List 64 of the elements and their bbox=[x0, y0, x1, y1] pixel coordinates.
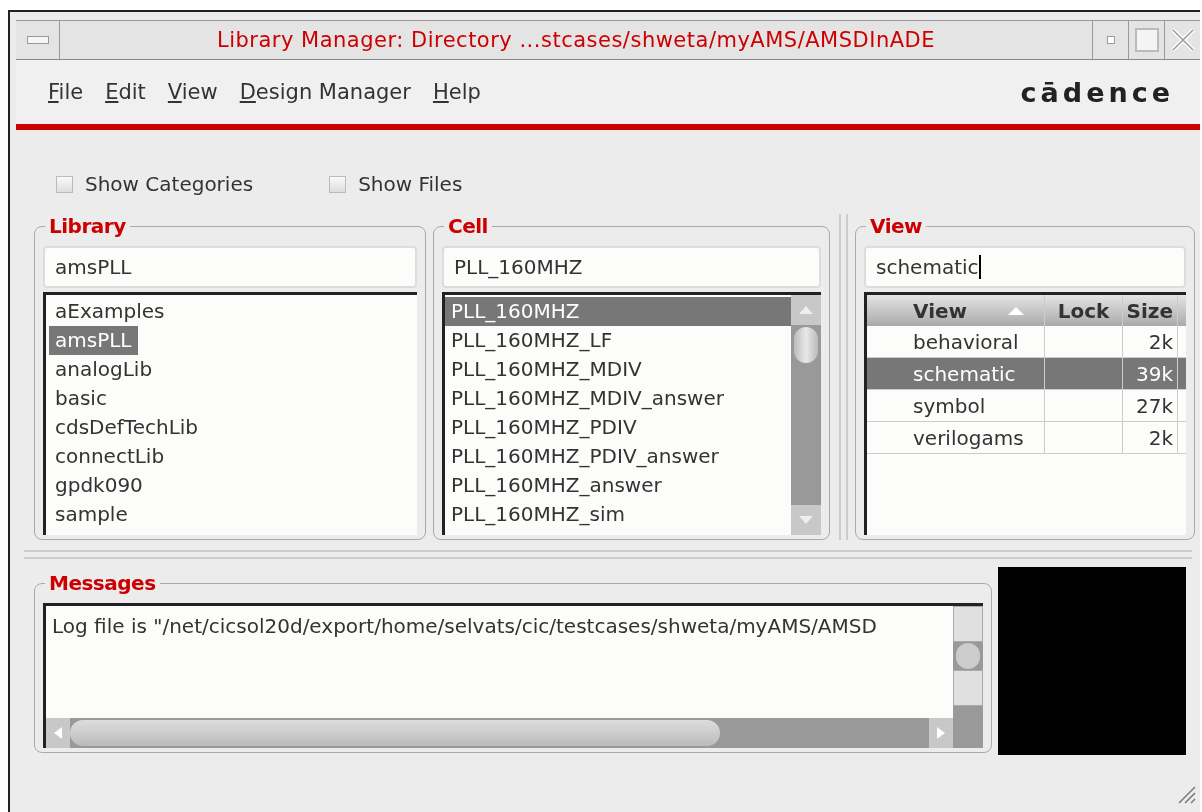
horizontal-scrollbar[interactable] bbox=[46, 718, 953, 748]
group-title: Library bbox=[48, 214, 127, 238]
up-arrow-icon bbox=[798, 305, 814, 315]
log-message: Log file is "/net/cicsol20d/export/home/selvats/cic/testcases/shweta/myAMS/AMSD bbox=[51, 613, 878, 640]
table-cell: behavioral bbox=[913, 329, 1019, 354]
pane-splitter[interactable] bbox=[839, 214, 848, 540]
column-header[interactable]: Lock bbox=[1045, 295, 1123, 326]
list-item[interactable]: aExamples bbox=[49, 297, 171, 326]
list-item[interactable]: cdsDefTechLib bbox=[49, 413, 205, 442]
scroll-down-button[interactable] bbox=[791, 505, 821, 535]
list-item[interactable]: sample bbox=[49, 500, 134, 529]
table-cell: schematic bbox=[913, 361, 1016, 386]
list-item[interactable]: PLL_160MHZ_answer bbox=[445, 471, 791, 500]
menu-item[interactable]: Design Manager bbox=[239, 80, 411, 104]
checkbox[interactable] bbox=[56, 175, 73, 193]
table-cell: symbol bbox=[913, 393, 986, 418]
option-checkbox[interactable]: Show Files bbox=[329, 164, 463, 204]
group-title: Messages bbox=[48, 571, 157, 595]
list-item[interactable]: PLL_160MHZ bbox=[445, 297, 791, 326]
menu-item[interactable]: File bbox=[48, 80, 84, 104]
list-item[interactable]: PLL_160MHZ_MDIV_answer bbox=[445, 384, 791, 413]
checkbox[interactable] bbox=[329, 175, 347, 193]
table-cell: 2k bbox=[1148, 329, 1173, 354]
list-item[interactable]: PLL_160MHZ_MDIV bbox=[445, 355, 791, 384]
view-field[interactable]: schematic bbox=[864, 246, 1186, 288]
menu-item[interactable]: Edit bbox=[105, 80, 146, 104]
vertical-scrollbar[interactable] bbox=[791, 295, 821, 535]
left-arrow-icon bbox=[53, 726, 63, 740]
column-header[interactable]: View bbox=[867, 295, 1045, 326]
option-checkbox[interactable]: Show Categories bbox=[56, 164, 254, 204]
column-header[interactable]: Size bbox=[1123, 295, 1178, 326]
window-title: Library Manager: Directory ...stcases/shweta/myAMS/AMSDInADE bbox=[215, 27, 937, 54]
table-cell: verilogams bbox=[913, 425, 1024, 450]
list-item[interactable]: connectLib bbox=[49, 442, 171, 471]
list-item[interactable]: basic bbox=[49, 384, 113, 413]
table-row[interactable]: schematic 39k bbox=[867, 358, 1186, 390]
list-item[interactable]: PLL_160MHZ_PDIV_answer bbox=[445, 442, 791, 471]
list-item[interactable]: PLL_160MHZ_PDIV bbox=[445, 413, 791, 442]
table-cell: 39k bbox=[1135, 361, 1173, 386]
list-item[interactable]: gpdk090 bbox=[49, 471, 149, 500]
list-item[interactable]: PLL_160MHZ_sim bbox=[445, 500, 791, 529]
table-row[interactable]: verilogams 2k bbox=[867, 422, 1186, 454]
scroll-thumb[interactable] bbox=[70, 720, 720, 746]
list-item[interactable]: amsPLL bbox=[49, 326, 138, 355]
sort-arrow-icon bbox=[1007, 305, 1026, 316]
pane-splitter[interactable] bbox=[24, 550, 1192, 559]
library-field[interactable]: amsPLL bbox=[43, 246, 417, 288]
list-item[interactable]: analogLib bbox=[49, 355, 159, 384]
menu-item[interactable]: Help bbox=[432, 80, 481, 104]
down-arrow-icon bbox=[798, 515, 814, 525]
scroll-thumb[interactable] bbox=[794, 327, 818, 363]
vertical-scrollbar[interactable] bbox=[953, 606, 983, 748]
scroll-up-button[interactable] bbox=[791, 295, 821, 325]
close-icon bbox=[1169, 27, 1196, 53]
list-item[interactable]: PLL_160MHZ_LF bbox=[445, 326, 791, 355]
group-title: View bbox=[869, 214, 924, 238]
cell-field[interactable]: PLL_160MHZ bbox=[442, 246, 821, 288]
table-cell: 27k bbox=[1135, 393, 1173, 418]
group-title: Cell bbox=[447, 214, 489, 238]
table-row[interactable]: symbol 27k bbox=[867, 390, 1186, 422]
table-cell: 2k bbox=[1148, 425, 1173, 450]
menu-item[interactable]: View bbox=[167, 80, 218, 104]
logo: cādence bbox=[1020, 76, 1174, 108]
right-arrow-icon bbox=[936, 726, 946, 740]
